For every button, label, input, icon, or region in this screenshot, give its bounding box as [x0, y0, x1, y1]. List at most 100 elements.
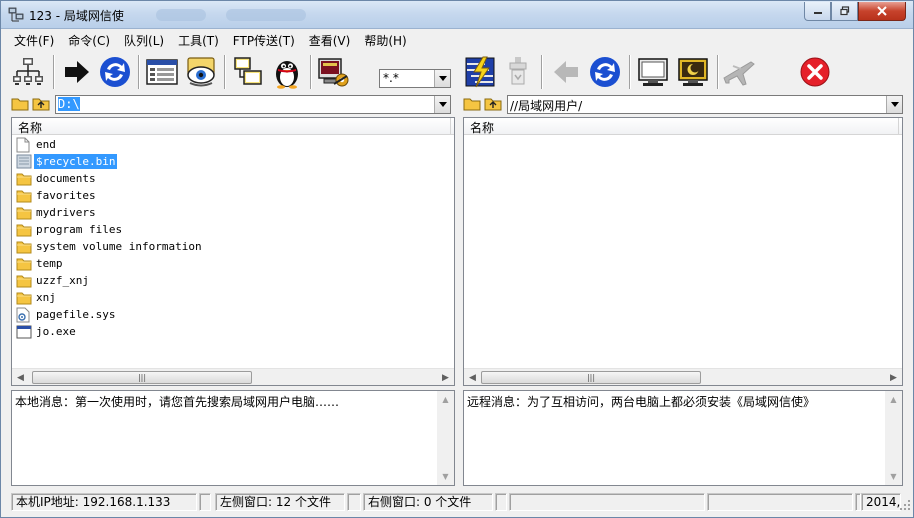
right-file-list[interactable]: 名称 ◀ ||| ▶ [463, 117, 903, 386]
file-row[interactable]: temp [12, 255, 454, 272]
title-bar[interactable]: 123 - 局域网信使 [1, 1, 913, 29]
file-filter-combo[interactable]: *.* [379, 69, 451, 88]
arrow-left-disabled-icon [554, 61, 578, 83]
chevron-down-icon[interactable] [886, 96, 902, 113]
left-horizontal-scrollbar[interactable]: ◀ ||| ▶ [12, 368, 454, 385]
column-divider[interactable] [898, 118, 899, 134]
status-spacer [199, 493, 211, 511]
file-row[interactable]: mydrivers [12, 204, 454, 221]
refresh-icon [100, 57, 130, 87]
folder-up-icon[interactable] [32, 96, 50, 115]
left-path-bar: D:\ [11, 95, 451, 115]
file-rows: end $recycle.bin documents favorites mydrive… [12, 136, 454, 340]
view-button[interactable] [183, 54, 219, 90]
maximize-button[interactable] [831, 2, 858, 21]
go-back-button[interactable] [548, 54, 584, 90]
column-divider[interactable] [450, 118, 451, 134]
file-row[interactable]: favorites [12, 187, 454, 204]
scroll-left-icon[interactable]: ◀ [464, 369, 481, 386]
status-left-window: 左侧窗口: 12 个文件 [215, 493, 345, 511]
file-row[interactable]: end [12, 136, 454, 153]
search-lan-button[interactable] [10, 54, 46, 90]
refresh-right-button[interactable] [587, 54, 623, 90]
status-spacer [509, 493, 705, 511]
scroll-right-icon[interactable]: ▶ [885, 369, 902, 386]
scroll-left-icon[interactable]: ◀ [12, 369, 29, 386]
tools-button[interactable] [315, 54, 351, 90]
resize-grip-icon[interactable] [899, 499, 911, 511]
monitor-icon [638, 58, 668, 86]
remote-message-pane[interactable]: 远程消息：为了互相访问，两台电脑上都必须安装《局域网信使》 ▲ ▼ [463, 390, 903, 486]
left-file-list[interactable]: 名称 end $recycle.bin documents favorites mydr… [11, 117, 455, 386]
refresh-left-button[interactable] [97, 54, 133, 90]
remote-message-scrollbar[interactable]: ▲ ▼ [885, 391, 902, 485]
folder-icon [16, 273, 32, 288]
minimize-button[interactable] [804, 2, 831, 21]
scroll-down-icon[interactable]: ▼ [437, 468, 454, 485]
toolbar-separator [541, 55, 543, 89]
scroll-right-icon[interactable]: ▶ [437, 369, 454, 386]
app-window: 123 - 局域网信使 文件(F) 命令(C) 队列(L) 工具(T) FTP传… [0, 0, 914, 518]
file-row[interactable]: jo.exe [12, 323, 454, 340]
chevron-down-icon[interactable] [434, 70, 450, 87]
file-row[interactable]: program files [12, 221, 454, 238]
menu-help[interactable]: 帮助(H) [357, 32, 413, 49]
toolbar-separator [717, 55, 719, 89]
menu-command[interactable]: 命令(C) [61, 32, 117, 49]
toolbar-separator [53, 55, 55, 89]
menu-file[interactable]: 文件(F) [7, 32, 61, 49]
monitor-moon-icon [678, 58, 708, 86]
right-horizontal-scrollbar[interactable]: ◀ ||| ▶ [464, 368, 902, 385]
folder-up-icon[interactable] [484, 96, 502, 115]
menu-queue[interactable]: 队列(L) [117, 32, 171, 49]
menu-ftp[interactable]: FTP传送(T) [226, 32, 302, 49]
scroll-up-icon[interactable]: ▲ [437, 391, 454, 408]
close-window-button[interactable] [858, 2, 906, 21]
properties-button[interactable] [144, 54, 180, 90]
chevron-down-icon[interactable] [434, 96, 450, 113]
connect-button[interactable] [462, 54, 498, 90]
left-toolbar: *.* [1, 51, 457, 93]
local-message-scrollbar[interactable]: ▲ ▼ [437, 391, 454, 485]
right-path-bar: //局域网用户/ [463, 95, 903, 115]
folder-icon[interactable] [11, 96, 29, 115]
right-toolbar [459, 51, 913, 93]
scroll-thumb[interactable]: ||| [481, 371, 701, 384]
qq-chat-button[interactable] [269, 54, 305, 90]
name-column-header[interactable]: 名称 [464, 118, 902, 135]
file-name: favorites [36, 189, 96, 202]
scroll-thumb[interactable]: ||| [32, 371, 252, 384]
go-forward-button[interactable] [59, 54, 95, 90]
menu-bar: 文件(F) 命令(C) 队列(L) 工具(T) FTP传送(T) 查看(V) 帮… [1, 30, 913, 50]
scroll-up-icon[interactable]: ▲ [885, 391, 902, 408]
menu-view[interactable]: 查看(V) [302, 32, 358, 49]
file-name: program files [36, 223, 123, 236]
file-row[interactable]: uzzf_xnj [12, 272, 454, 289]
file-row[interactable]: system volume information [12, 238, 454, 255]
local-message-pane[interactable]: 本地消息：第一次使用时，请您首先搜索局域网用户电脑…… ▲ ▼ [11, 390, 455, 486]
send-file-button[interactable] [721, 54, 757, 90]
file-name: $recycle.bin [34, 154, 118, 169]
right-path-value: //局域网用户/ [510, 99, 583, 113]
file-name: end [36, 138, 56, 151]
title-ghost-shape [156, 9, 206, 21]
right-path-combo[interactable]: //局域网用户/ [507, 95, 903, 114]
menu-tools[interactable]: 工具(T) [171, 32, 226, 49]
file-row[interactable]: pagefile.sys [12, 306, 454, 323]
remote-message-text: 远程消息：为了互相访问，两台电脑上都必须安装《局域网信使》 [467, 395, 816, 409]
file-row[interactable]: documents [12, 170, 454, 187]
remote-screen-button[interactable] [635, 54, 671, 90]
disconnect-button[interactable] [500, 54, 536, 90]
file-row[interactable]: xnj [12, 289, 454, 306]
left-path-combo[interactable]: D:\ [55, 95, 451, 114]
stop-button[interactable] [797, 54, 833, 90]
scroll-down-icon[interactable]: ▼ [885, 468, 902, 485]
folder-icon[interactable] [463, 96, 481, 115]
file-row[interactable]: $recycle.bin [12, 153, 454, 170]
remote-desktop-button[interactable] [675, 54, 711, 90]
status-spacer [707, 493, 853, 511]
name-column-header[interactable]: 名称 [12, 118, 454, 135]
system-file-icon [16, 307, 32, 323]
status-ip: 本机IP地址: 192.168.1.133 [11, 493, 197, 511]
copy-button[interactable] [230, 54, 266, 90]
